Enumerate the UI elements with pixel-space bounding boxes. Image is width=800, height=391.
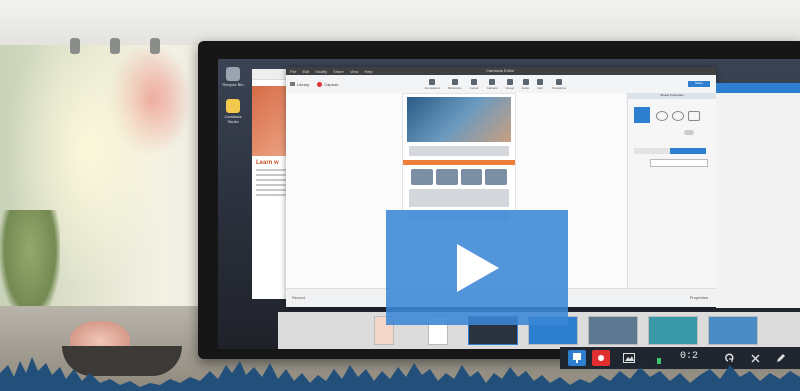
desktop-icon-label: Camtasia Studio [224,114,242,124]
capture-label: Capture [324,81,339,87]
app-shortcut-icon [226,99,240,113]
library-icon [290,82,295,86]
tool-label: Narr [537,85,544,90]
library-label: Library [297,81,310,87]
tool-transitions[interactable]: Transitions [551,78,566,90]
menu-help[interactable]: Help [364,69,372,74]
window-title: Camtasia Editor [486,68,515,73]
tool-cursor[interactable]: Cursor [469,78,479,90]
tool-visual[interactable]: Visual [505,78,514,90]
tool-annotations[interactable]: Annotations [424,78,441,90]
play-icon [457,243,499,292]
page-thumbnails [411,169,507,185]
secondary-window [716,83,800,308]
property-segmented[interactable] [634,148,706,154]
cursor-icon [471,78,478,85]
page-hero-photo [407,97,511,142]
page-text-block [409,146,509,156]
status-record[interactable]: Record [292,295,305,300]
track-light [70,38,80,54]
arrow-icon [452,78,458,85]
properties-title: Shape Properties [628,93,716,99]
tool-label: Annotations [424,85,441,90]
tool-behaviors[interactable]: Behaviors [448,78,462,90]
transition-icon [555,78,562,85]
tool-callouts[interactable]: Callouts [486,78,498,90]
property-toggle[interactable] [684,130,694,135]
tool-label: Audio [521,85,530,90]
properties-panel: Shape Properties [627,93,716,288]
secondary-window-bar [716,83,800,93]
property-select[interactable] [650,159,708,167]
desktop-icon-label: Recycle Bin [222,82,244,87]
plant [0,210,60,320]
page-heading [409,189,509,207]
menu-share[interactable]: Share [333,69,344,74]
audio-waveform [0,357,800,391]
track-light [110,38,120,54]
editor-titlebar: File Edit Modify Share View Help Camtasi… [286,67,716,75]
tool-label: Visual [505,85,514,90]
callout-icon [489,78,496,85]
mic-icon [537,78,544,85]
shape-callout[interactable] [688,111,700,121]
record-dot-icon [317,81,323,87]
tool-label: Behaviors [448,85,462,90]
library-button[interactable]: Library [290,82,309,87]
filmstrip-thumb[interactable] [708,316,758,345]
tool-narration[interactable]: Narr [537,78,544,90]
share-button[interactable]: Share [688,81,710,87]
shape-ellipse[interactable] [656,111,668,121]
status-properties[interactable]: Properties [690,295,708,300]
menu-file[interactable]: File [290,69,296,74]
editor-toolbar: Library Capture Annotations Behaviors Cu… [286,75,716,94]
menu-edit[interactable]: Edit [302,69,309,74]
tool-audio[interactable]: Audio [521,78,530,90]
eye-icon [506,78,513,85]
track-light [150,38,160,54]
tool-label: Callouts [486,85,498,90]
page-banner [403,160,515,165]
filmstrip-thumb[interactable] [648,316,698,345]
recycle-bin-icon [226,67,240,81]
menu-view[interactable]: View [350,69,359,74]
audio-icon [522,78,529,85]
tool-label: Cursor [469,85,479,90]
ceiling [0,0,800,54]
shape-rectangle[interactable] [634,107,650,123]
video-play-button[interactable] [386,210,568,325]
tool-label: Transitions [551,85,566,90]
filmstrip-thumb[interactable] [588,316,638,345]
shape-rounded[interactable] [672,111,684,121]
menu-modify[interactable]: Modify [315,69,327,74]
star-icon [429,78,436,85]
capture-button[interactable]: Capture [317,81,339,87]
